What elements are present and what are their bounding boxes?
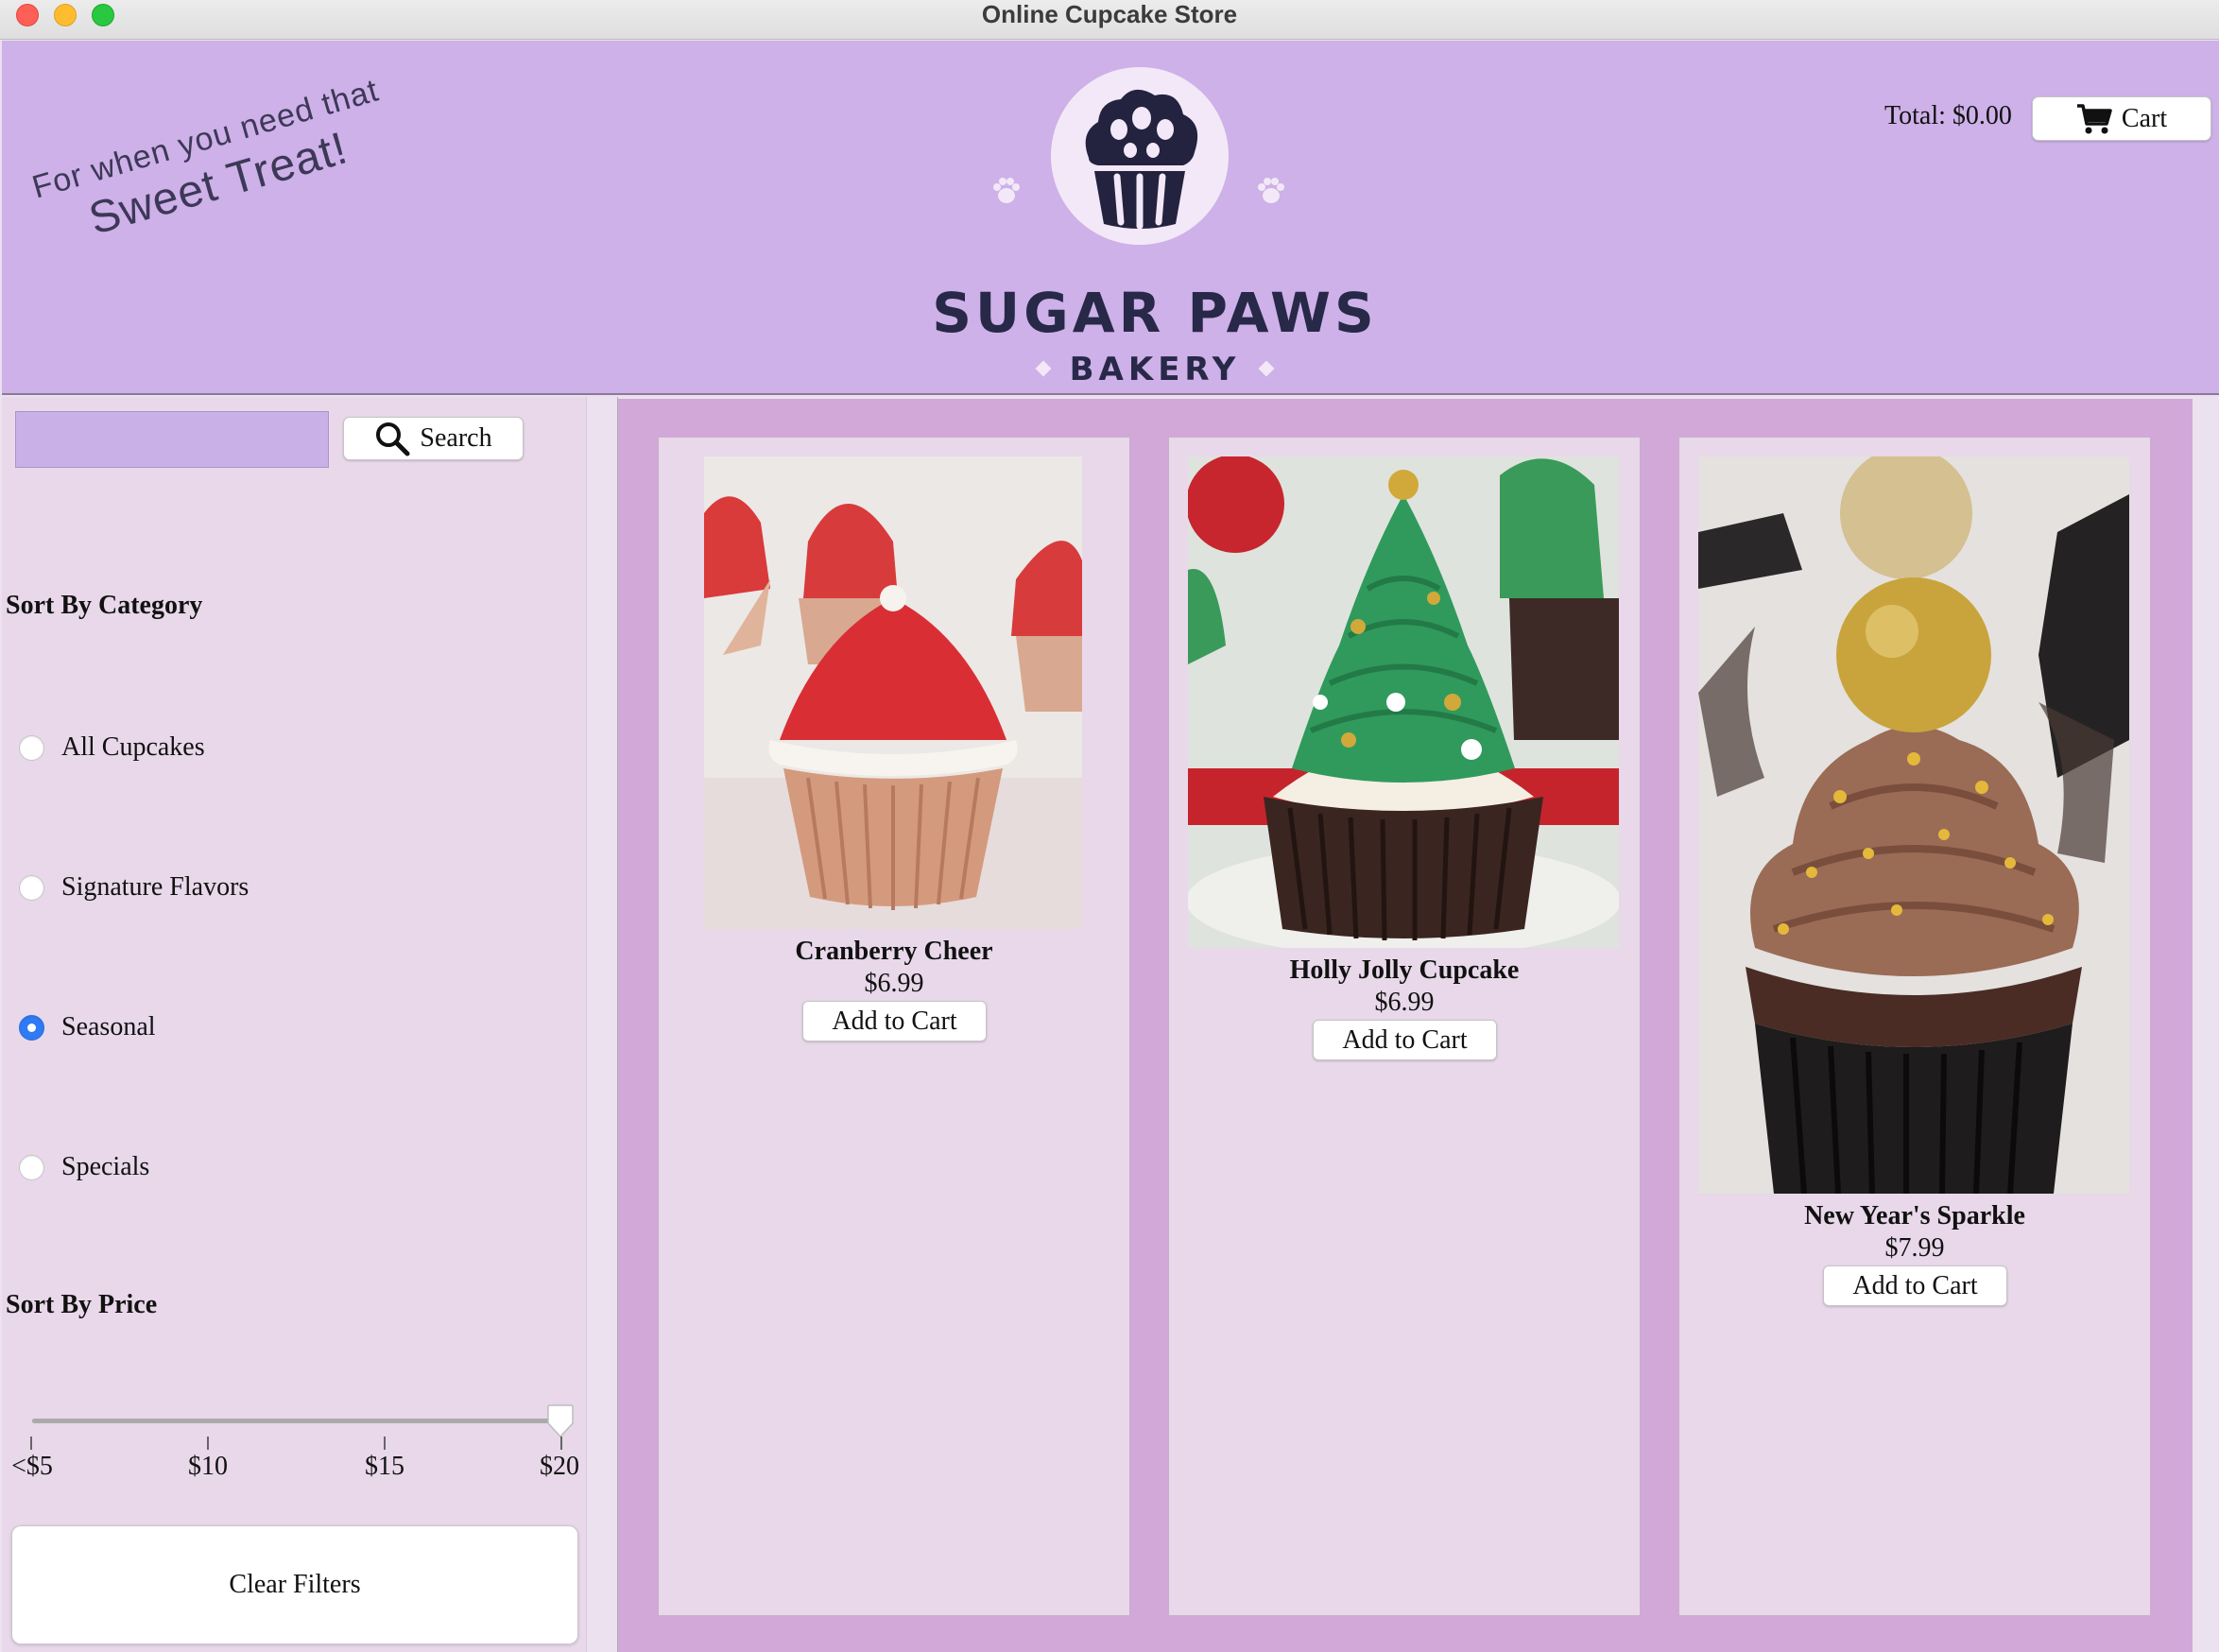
- diamond-ornament-icon: [1258, 360, 1275, 376]
- search-button-label: Search: [420, 423, 492, 453]
- product-name: New Year's Sparkle: [1804, 1201, 2025, 1230]
- cart-total: Total: $0.00: [1884, 101, 2012, 130]
- filter-sidebar: Search Sort By Category All Cupcakes Sig…: [2, 397, 586, 1652]
- diamond-ornament-icon: [1035, 360, 1052, 376]
- radio-button[interactable]: [19, 734, 44, 761]
- search-button[interactable]: Search: [343, 417, 524, 460]
- slider-tick: [384, 1437, 386, 1450]
- radio-button-selected[interactable]: [19, 1014, 44, 1041]
- slider-tick: [207, 1437, 209, 1450]
- category-option-seasonal[interactable]: Seasonal: [19, 1012, 156, 1042]
- add-to-cart-button[interactable]: Add to Cart: [802, 1001, 987, 1041]
- bakery-logo: SUGAR PAWS BAKERY: [909, 65, 1401, 388]
- slider-tick-label: $15: [365, 1452, 404, 1481]
- cart-icon: [2076, 103, 2112, 133]
- product-price: $6.99: [864, 969, 924, 998]
- add-to-cart-button[interactable]: Add to Cart: [1823, 1265, 2007, 1306]
- product-name: Cranberry Cheer: [795, 937, 993, 966]
- product-price: $7.99: [1884, 1233, 1945, 1263]
- window-title: Online Cupcake Store: [981, 0, 1238, 28]
- radio-button[interactable]: [19, 1154, 44, 1180]
- category-section-title: Sort By Category: [6, 591, 203, 620]
- category-option-specials[interactable]: Specials: [19, 1152, 149, 1182]
- brand-sub-text: BAKERY: [1069, 351, 1241, 388]
- brand-name: SUGAR PAWS: [932, 281, 1378, 345]
- product-card: Holly Jolly Cupcake $6.99 Add to Cart: [1168, 437, 1641, 1616]
- product-image: [704, 456, 1082, 929]
- store-header: For when you need that Sweet Treat! SUGA…: [2, 41, 2219, 395]
- price-slider-thumb[interactable]: [546, 1404, 575, 1438]
- category-label: All Cupcakes: [61, 732, 205, 762]
- product-image: [1698, 456, 2129, 1194]
- search-input[interactable]: [15, 411, 329, 468]
- product-card: New Year's Sparkle $7.99 Add to Cart: [1678, 437, 2151, 1616]
- search-icon: [376, 422, 410, 456]
- product-grid: Cranberry Cheer $6.99 Add to Cart Holly …: [618, 399, 2193, 1652]
- slider-tick-label: $10: [188, 1452, 228, 1481]
- price-section-title: Sort By Price: [6, 1290, 158, 1319]
- cart-button-label: Cart: [2121, 103, 2168, 133]
- category-label: Specials: [61, 1152, 150, 1181]
- price-slider-track[interactable]: [32, 1419, 563, 1423]
- slider-tick: [30, 1437, 32, 1450]
- tagline: For when you need that Sweet Treat!: [28, 72, 398, 258]
- category-option-signature[interactable]: Signature Flavors: [19, 872, 249, 903]
- paw-icon: [1258, 178, 1284, 203]
- cart-button[interactable]: Cart: [2032, 96, 2211, 141]
- slider-tick-label: <$5: [11, 1452, 53, 1481]
- sidebar-divider: [586, 397, 618, 1652]
- category-label: Seasonal: [61, 1012, 156, 1041]
- add-to-cart-button[interactable]: Add to Cart: [1313, 1020, 1497, 1060]
- price-slider-fill: [32, 1419, 563, 1423]
- product-card: Cranberry Cheer $6.99 Add to Cart: [658, 437, 1130, 1616]
- logo-circle: [1051, 67, 1229, 245]
- category-label: Signature Flavors: [61, 872, 249, 902]
- clear-filters-button[interactable]: Clear Filters: [11, 1525, 578, 1644]
- product-name: Holly Jolly Cupcake: [1289, 955, 1520, 985]
- category-option-all[interactable]: All Cupcakes: [19, 732, 205, 763]
- product-image: [1188, 456, 1619, 948]
- slider-tick: [560, 1437, 562, 1450]
- window-titlebar: Online Cupcake Store: [0, 0, 2219, 40]
- product-price: $6.99: [1374, 988, 1435, 1017]
- radio-button[interactable]: [19, 874, 44, 901]
- paw-icon: [993, 178, 1020, 203]
- brand-sub: BAKERY: [909, 351, 1401, 388]
- cupcake-logo-icon: [1085, 89, 1198, 230]
